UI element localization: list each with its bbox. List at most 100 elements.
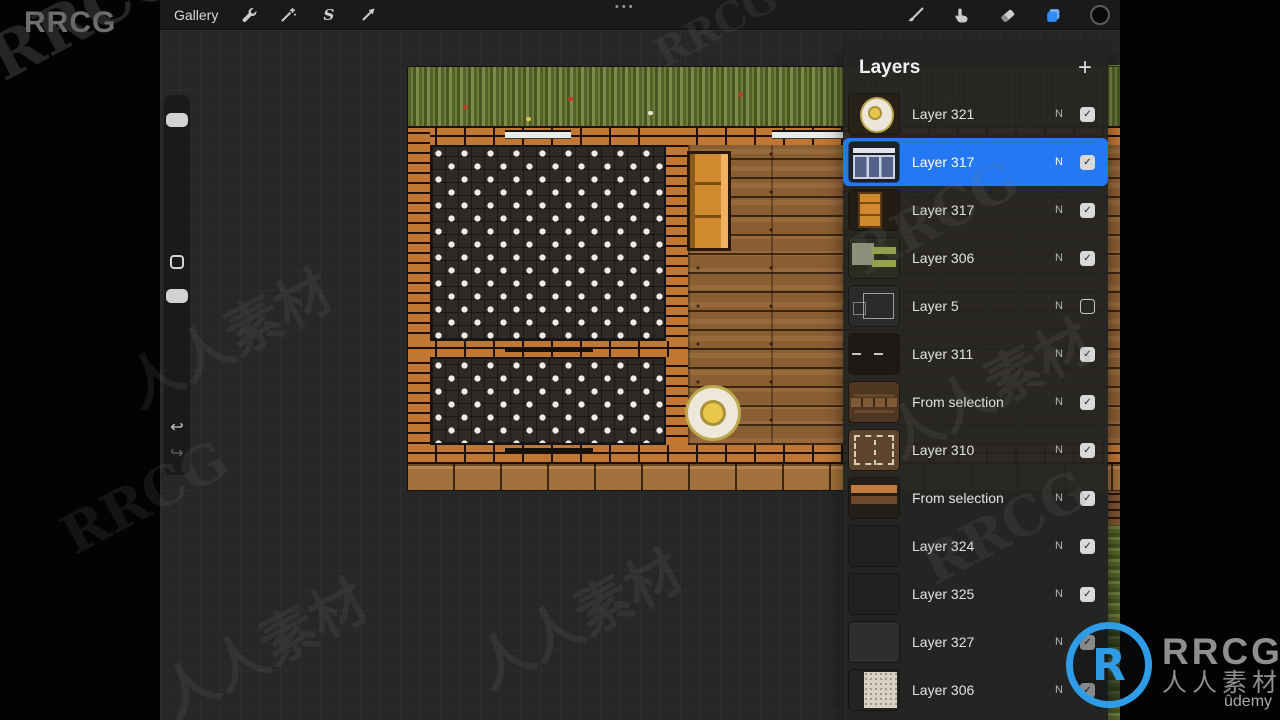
brush-size-slider[interactable] bbox=[166, 113, 188, 127]
flower-dot bbox=[526, 117, 531, 121]
layer-name: Layer 306 bbox=[912, 250, 975, 266]
layer-visibility-checkbox[interactable]: ✓ bbox=[1080, 106, 1095, 122]
layer-thumbnail[interactable] bbox=[849, 142, 899, 182]
layer-visibility-checkbox[interactable]: ✓ bbox=[1080, 202, 1095, 218]
blend-mode-badge[interactable]: N bbox=[1055, 588, 1063, 600]
layer-row[interactable]: Layer 311 N ✓ bbox=[843, 330, 1108, 378]
blend-mode-badge[interactable]: N bbox=[1055, 156, 1063, 168]
layer-thumbnail[interactable] bbox=[849, 238, 899, 278]
brush-icon[interactable] bbox=[906, 6, 925, 25]
blend-mode-badge[interactable]: N bbox=[1055, 348, 1063, 360]
undo-button[interactable]: ↩ bbox=[164, 417, 190, 437]
layer-row[interactable]: Layer 306 N ✓ bbox=[843, 234, 1108, 282]
gallery-button[interactable]: Gallery bbox=[174, 7, 218, 23]
layer-row[interactable]: From selection N ✓ bbox=[843, 378, 1108, 426]
blend-mode-badge[interactable]: N bbox=[1055, 540, 1063, 552]
layer-name: Layer 5 bbox=[912, 298, 959, 314]
layer-visibility-checkbox[interactable]: ✓ bbox=[1080, 442, 1095, 458]
brick-wall-middle bbox=[666, 128, 688, 445]
more-options-button[interactable]: ••• bbox=[615, 1, 636, 13]
udemy-logo-text: ûdemy bbox=[1224, 693, 1273, 710]
layers-panel-header: Layers + bbox=[843, 45, 1108, 90]
brick-wall-left bbox=[408, 128, 430, 462]
flower-dot bbox=[463, 105, 468, 109]
adjustments-wand-icon[interactable] bbox=[279, 5, 298, 24]
layer-visibility-checkbox[interactable]: ✓ bbox=[1080, 394, 1095, 410]
left-letterbox bbox=[0, 0, 160, 720]
door-gap bbox=[505, 448, 593, 453]
layer-thumbnail[interactable] bbox=[849, 190, 899, 230]
rrcg-logo-icon: R bbox=[1066, 622, 1152, 708]
blend-mode-badge[interactable]: N bbox=[1055, 396, 1063, 408]
smudge-finger-icon[interactable] bbox=[952, 6, 971, 25]
layer-name: Layer 325 bbox=[912, 586, 975, 602]
watermark-rrcg-top-left: RRCG bbox=[24, 6, 117, 39]
layer-visibility-checkbox[interactable]: ✓ bbox=[1080, 586, 1095, 602]
blend-mode-badge[interactable]: N bbox=[1055, 492, 1063, 504]
layer-row[interactable]: Layer 321 N ✓ bbox=[843, 90, 1108, 138]
layer-visibility-checkbox[interactable]: ✓ bbox=[1080, 250, 1095, 266]
modify-button[interactable] bbox=[170, 255, 184, 269]
blend-mode-badge[interactable]: N bbox=[1055, 252, 1063, 264]
layer-row[interactable]: Layer 310 N ✓ bbox=[843, 426, 1108, 474]
redo-button[interactable]: ↪ bbox=[164, 443, 190, 463]
blend-mode-badge[interactable]: N bbox=[1055, 204, 1063, 216]
layer-row[interactable]: Layer 5 N bbox=[843, 282, 1108, 330]
layer-visibility-checkbox[interactable] bbox=[1080, 298, 1095, 314]
layer-thumbnail[interactable] bbox=[849, 334, 899, 374]
layers-title: Layers bbox=[859, 56, 921, 78]
color-swatch-button[interactable] bbox=[1090, 5, 1110, 25]
layer-thumbnail[interactable] bbox=[849, 430, 899, 470]
checker-floor-room2 bbox=[430, 357, 666, 445]
flower-dot bbox=[738, 93, 743, 97]
flower-dot bbox=[648, 111, 653, 115]
layer-thumbnail[interactable] bbox=[849, 574, 899, 614]
layer-row[interactable]: From selection N ✓ bbox=[843, 474, 1108, 522]
window-ledge bbox=[772, 130, 850, 139]
blend-mode-badge[interactable]: N bbox=[1055, 300, 1063, 312]
layer-name: Layer 327 bbox=[912, 634, 975, 650]
transform-arrow-icon[interactable] bbox=[359, 5, 378, 24]
layer-visibility-checkbox[interactable]: ✓ bbox=[1080, 154, 1095, 170]
layer-visibility-checkbox[interactable]: ✓ bbox=[1080, 538, 1095, 554]
blend-mode-badge[interactable]: N bbox=[1055, 636, 1063, 648]
layers-panel: Layers + Layer 321 N ✓ Layer 317 N ✓ Lay… bbox=[843, 45, 1108, 720]
right-letterbox bbox=[1120, 0, 1280, 720]
layer-name: Layer 317 bbox=[912, 202, 975, 218]
procreate-app: Gallery S ••• ↩ ↪ Layers + Layer 321 N ✓… bbox=[160, 0, 1120, 720]
layer-row[interactable]: Layer 324 N ✓ bbox=[843, 522, 1108, 570]
blend-mode-badge[interactable]: N bbox=[1055, 684, 1063, 696]
brush-opacity-slider[interactable] bbox=[166, 289, 188, 303]
layer-row[interactable]: Layer 325 N ✓ bbox=[843, 570, 1108, 618]
flower-dot bbox=[568, 97, 573, 101]
layer-thumbnail[interactable] bbox=[849, 526, 899, 566]
layer-name: From selection bbox=[912, 394, 1004, 410]
sidebar-tools: ↩ ↪ bbox=[164, 95, 190, 475]
screen: RRCG Gallery S ••• ↩ ↪ Layers + Layer 32… bbox=[0, 0, 1280, 720]
actions-wrench-icon[interactable] bbox=[239, 5, 258, 24]
layer-visibility-checkbox[interactable]: ✓ bbox=[1080, 490, 1095, 506]
blend-mode-badge[interactable]: N bbox=[1055, 108, 1063, 120]
layer-thumbnail[interactable] bbox=[849, 670, 899, 710]
door-gap bbox=[505, 347, 593, 352]
layer-thumbnail[interactable] bbox=[849, 286, 899, 326]
selection-icon[interactable]: S bbox=[319, 5, 338, 24]
brand-rrcg-text: RRCG bbox=[1162, 631, 1280, 672]
checker-floor-room1 bbox=[430, 145, 666, 341]
layer-thumbnail[interactable] bbox=[849, 478, 899, 518]
layer-name: Layer 324 bbox=[912, 538, 975, 554]
layer-row[interactable]: Layer 317 N ✓ bbox=[843, 138, 1108, 186]
layers-icon-active[interactable] bbox=[1044, 6, 1063, 25]
layer-name: Layer 321 bbox=[912, 106, 975, 122]
cabinet-sprite bbox=[687, 151, 731, 251]
layer-visibility-checkbox[interactable]: ✓ bbox=[1080, 346, 1095, 362]
layer-thumbnail[interactable] bbox=[849, 382, 899, 422]
layer-name: Layer 310 bbox=[912, 442, 975, 458]
layer-thumbnail[interactable] bbox=[849, 94, 899, 134]
eraser-icon[interactable] bbox=[998, 6, 1017, 25]
add-layer-button[interactable]: + bbox=[1078, 55, 1092, 79]
blend-mode-badge[interactable]: N bbox=[1055, 444, 1063, 456]
layer-row[interactable]: Layer 317 N ✓ bbox=[843, 186, 1108, 234]
layer-name: Layer 306 bbox=[912, 682, 975, 698]
layer-thumbnail[interactable] bbox=[849, 622, 899, 662]
